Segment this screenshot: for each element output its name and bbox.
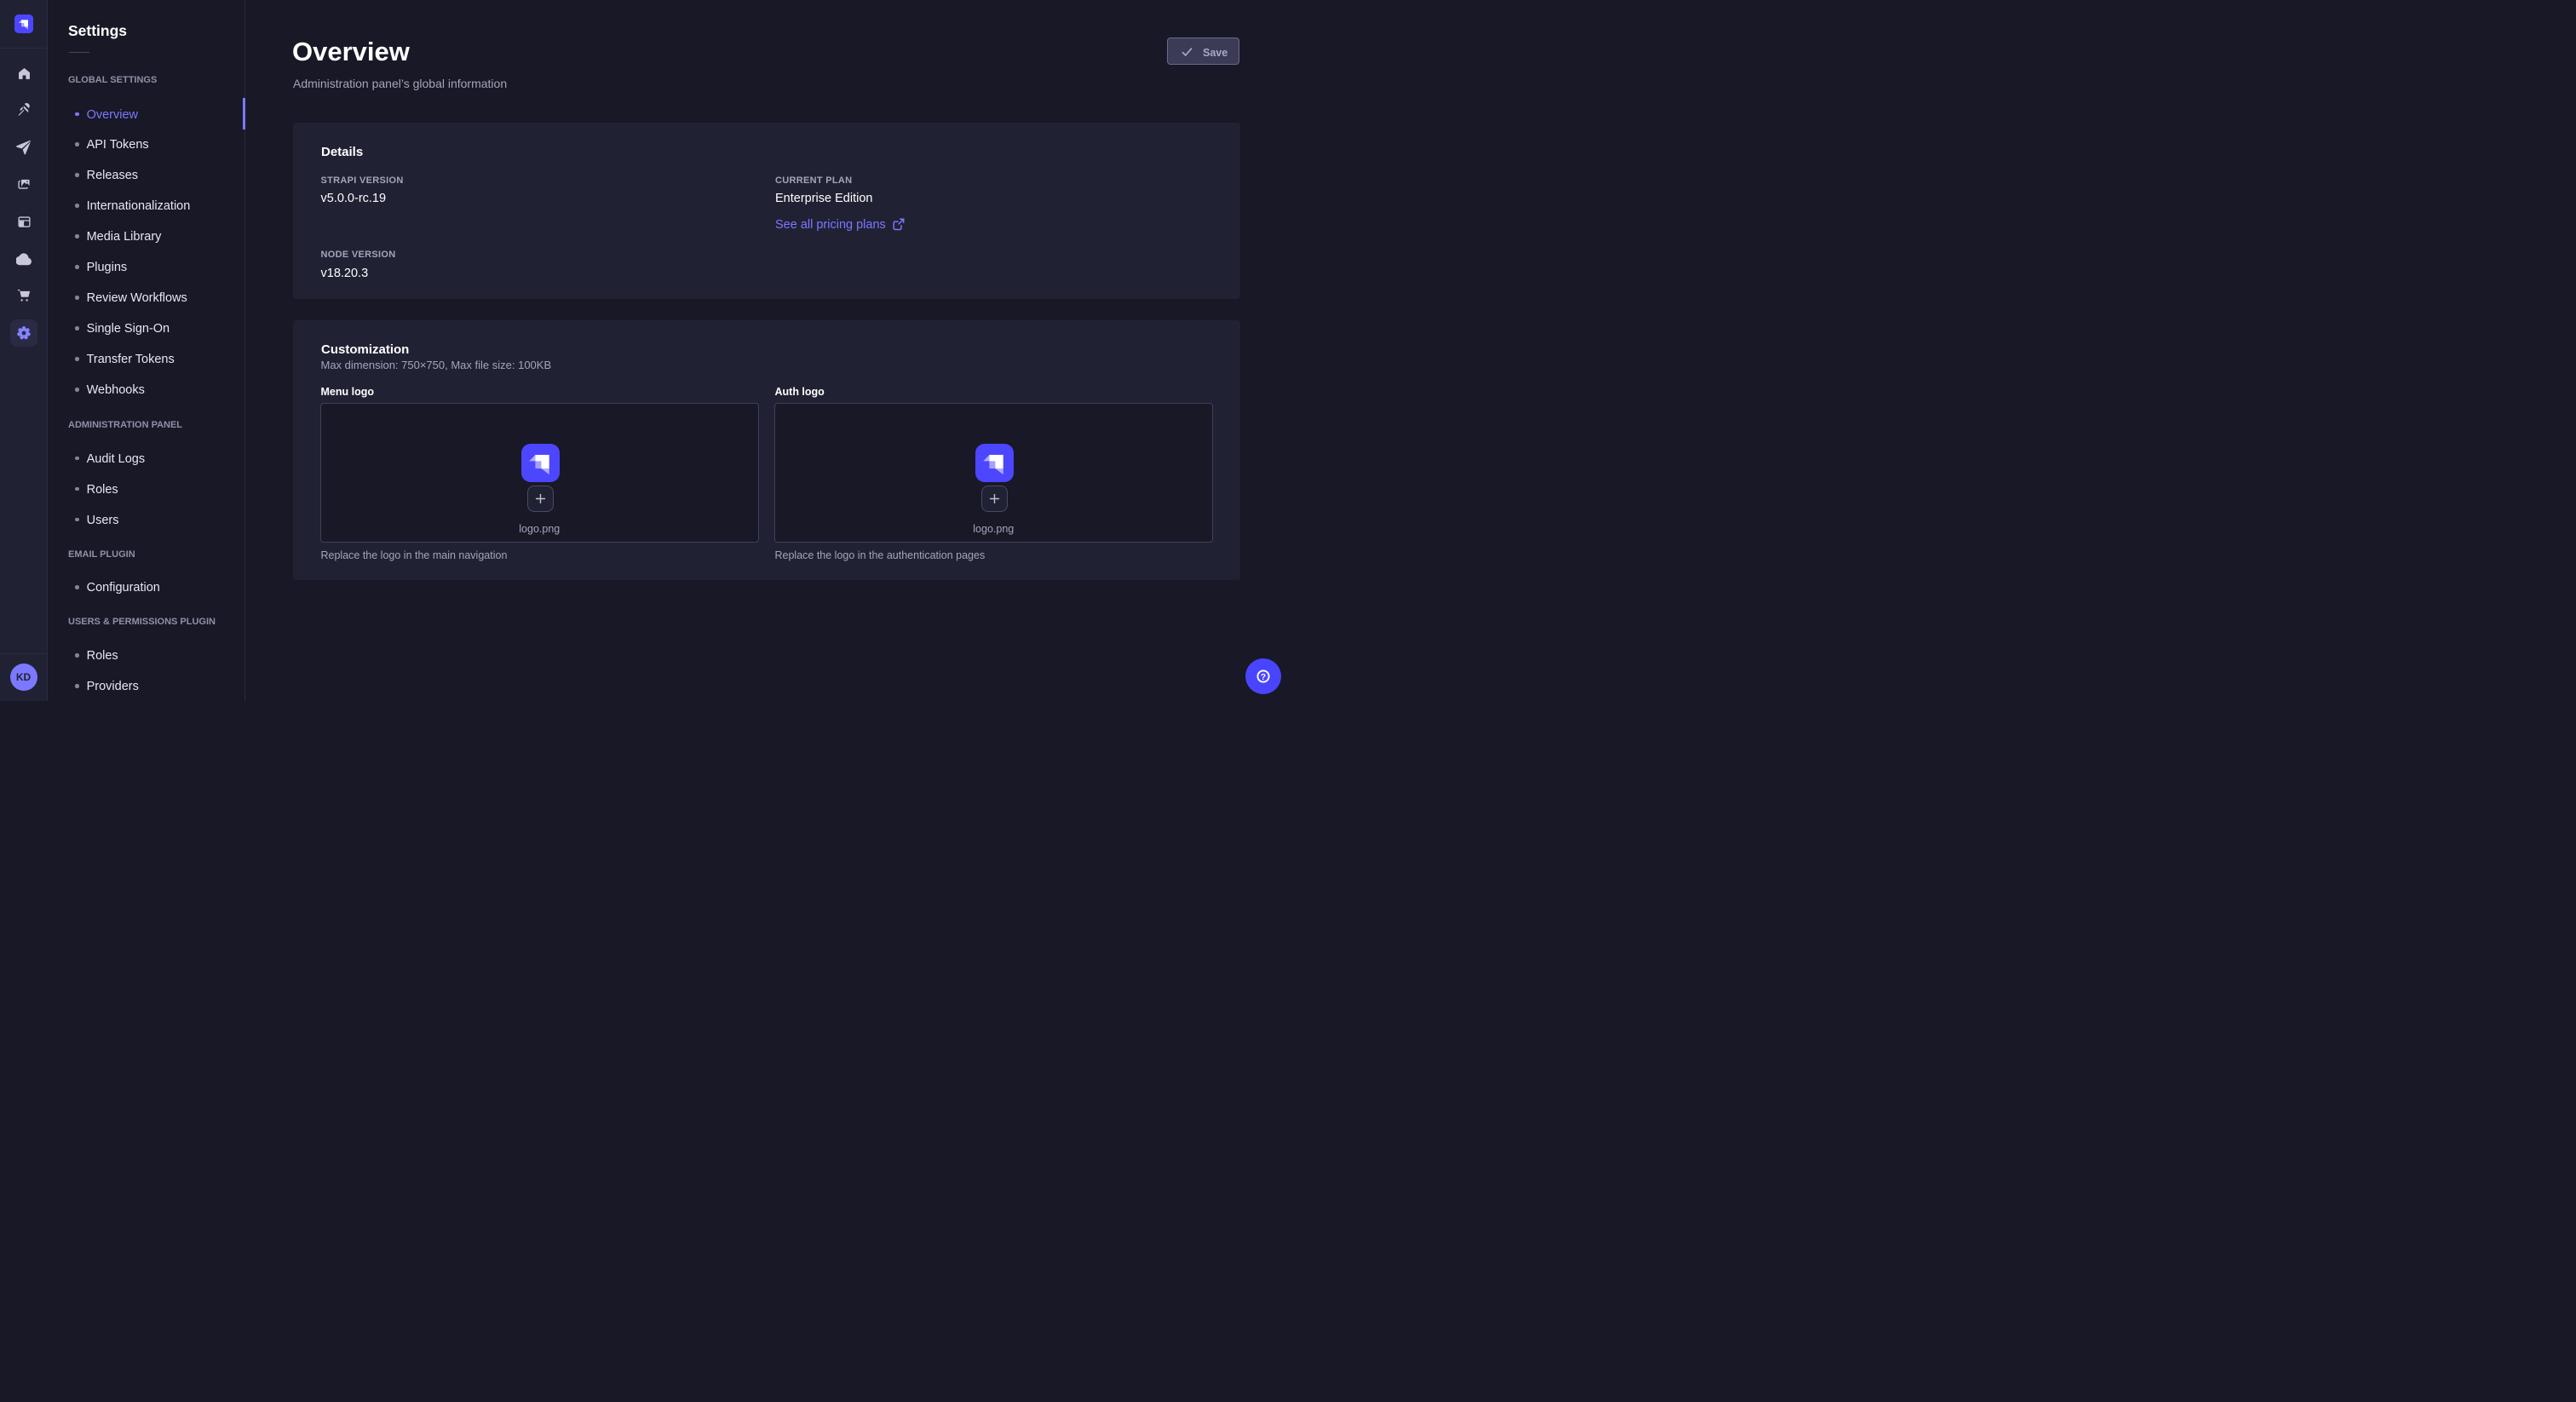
svg-text:?: ?	[1261, 672, 1266, 682]
